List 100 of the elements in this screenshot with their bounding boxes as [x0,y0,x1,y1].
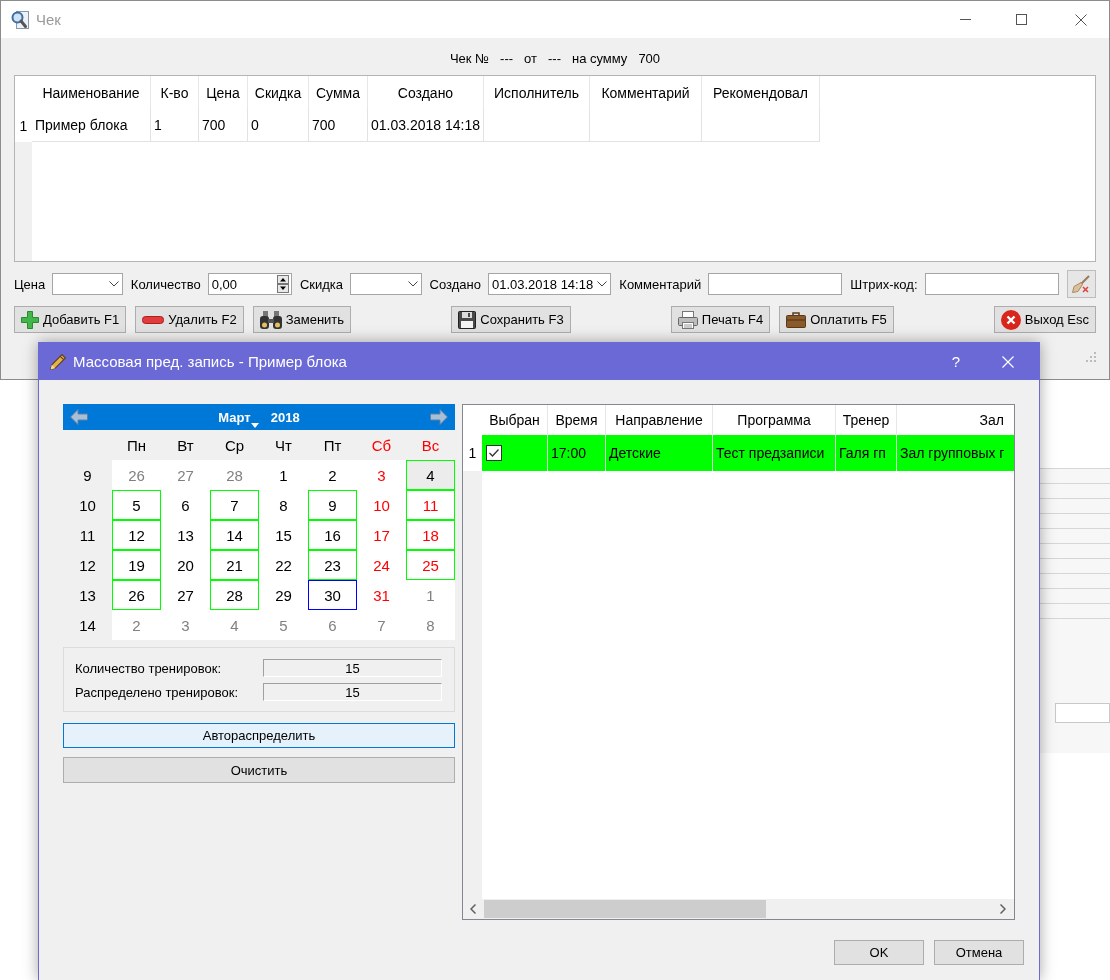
calendar-day[interactable]: 7 [210,490,259,520]
calendar-day[interactable]: 17 [357,520,406,550]
calendar-day[interactable]: 9 [308,490,357,520]
print-button[interactable]: Печать F4 [670,306,771,333]
checkbox[interactable] [486,445,502,461]
calendar-day[interactable]: 1 [259,460,308,490]
weekday-label: Вс [420,435,441,456]
scrollbar-thumb[interactable] [484,900,766,918]
calendar-day[interactable]: 20 [161,550,210,580]
calendar-day[interactable]: 11 [406,490,455,520]
table-row[interactable]: 17:00 Детские Тест предзаписи Галя гп Зал групповых г [482,435,1014,471]
table-cell: 1 [151,109,199,142]
table-cell-text: Зал групповых г [899,444,1006,463]
calendar-day[interactable]: 24 [357,550,406,580]
calendar-day[interactable]: 28 [210,460,259,490]
calendar-day[interactable]: 10 [357,490,406,520]
cancel-button[interactable]: Отмена [934,940,1024,965]
calendar-day[interactable]: 27 [161,460,210,490]
add-button[interactable]: Добавить F1 [14,306,127,333]
calendar-day[interactable]: 29 [259,580,308,610]
calendar-day[interactable]: 3 [357,460,406,490]
calendar-day[interactable]: 21 [210,550,259,580]
calendar-day[interactable]: 25 [406,550,455,580]
calendar-day[interactable]: 15 [259,520,308,550]
number-field[interactable]: 0,00 [207,273,292,295]
calendar-day[interactable]: 8 [259,490,308,520]
distribute-button[interactable]: Автораспределить [63,723,455,748]
column-header[interactable]: Сумма [309,76,368,109]
input-field[interactable] [1055,703,1110,723]
calendar-day[interactable]: 5 [259,610,308,640]
calendar-day[interactable]: 16 [308,520,357,550]
year-label[interactable]: 2018 [270,409,300,425]
calendar-day[interactable]: 26 [112,580,161,610]
column-header[interactable]: Скидка [248,76,309,109]
column-header[interactable]: Рекомендовал [702,76,820,109]
calendar-day[interactable]: 7 [357,610,406,640]
calendar-day[interactable]: 19 [112,550,161,580]
calendar-day[interactable]: 31 [357,580,406,610]
calendar-day[interactable]: 12 [112,520,161,550]
calendar-day[interactable]: 30 [308,580,357,610]
replace-button[interactable]: Заменить [252,306,352,333]
spin-arrows-icon[interactable] [276,275,289,293]
table-cell: 700 [309,109,368,142]
arrow-right-icon[interactable] [430,409,448,425]
help-button[interactable]: ? [951,353,960,370]
dropdown[interactable] [52,273,123,295]
weekday-label: Сб [370,435,393,456]
calendar-day[interactable]: 28 [210,580,259,610]
text-field[interactable] [924,273,1059,295]
table-cell: 17:00 [548,435,606,471]
pay-button[interactable]: Оплатить F5 [779,306,894,333]
horizontal-scrollbar[interactable] [463,899,1014,919]
ok-button[interactable]: OK [834,940,924,965]
calendar-day[interactable]: 4 [406,460,455,490]
save-button[interactable]: Сохранить F3 [451,306,571,333]
month-selector[interactable]: Март [218,409,259,425]
arrow-left-icon[interactable] [70,409,88,425]
column-header[interactable]: Создано [368,76,484,109]
calendar-day[interactable]: 8 [406,610,455,640]
close-icon[interactable] [1075,13,1087,26]
column-header[interactable]: Наименование [32,76,151,109]
calendar-day[interactable]: 6 [308,610,357,640]
calendar-day[interactable]: 5 [112,490,161,520]
weekday-label: Ср [223,435,246,456]
binoculars-icon [259,310,282,329]
calendar-day[interactable]: 2 [112,610,161,640]
maximize-icon[interactable] [1016,14,1027,25]
calendar-day[interactable]: 3 [161,610,210,640]
week-number: 12 [78,555,97,576]
clear-button[interactable]: Очистить [63,757,455,783]
exit-button[interactable]: Выход Esc [993,306,1096,333]
plus-icon [21,310,39,329]
chevron-left-icon[interactable] [470,904,476,914]
broom-icon [1072,275,1091,293]
delete-button[interactable]: Удалить F2 [135,306,244,333]
column-header[interactable]: Зал [897,405,1014,435]
calendar-day[interactable]: 1 [406,580,455,610]
calendar-day[interactable]: 18 [406,520,455,550]
table-cell: 700 [199,109,248,142]
calendar-day[interactable]: 2 [308,460,357,490]
text-field[interactable] [708,273,843,295]
clear-field-button[interactable] [1066,270,1096,298]
dropdown[interactable]: 01.03.2018 14:18 [487,273,612,295]
calendar-day[interactable]: 26 [112,460,161,490]
dropdown[interactable] [350,273,422,295]
calendar-day[interactable]: 22 [259,550,308,580]
calendar-day[interactable]: 13 [161,520,210,550]
column-header[interactable]: К-во [151,76,199,109]
calendar-day[interactable]: 27 [161,580,210,610]
readonly-field: 15 [263,683,442,701]
resize-grip-icon[interactable] [1086,352,1096,362]
chevron-right-icon[interactable] [1000,904,1006,914]
calendar-day[interactable]: 6 [161,490,210,520]
calendar-day[interactable]: 23 [308,550,357,580]
column-header[interactable]: Комментарий [590,76,702,109]
calendar-day[interactable]: 4 [210,610,259,640]
calendar-day[interactable]: 14 [210,520,259,550]
column-header[interactable]: Исполнитель [484,76,590,109]
column-header[interactable]: Цена [199,76,248,109]
chevron-down-icon [407,281,418,287]
